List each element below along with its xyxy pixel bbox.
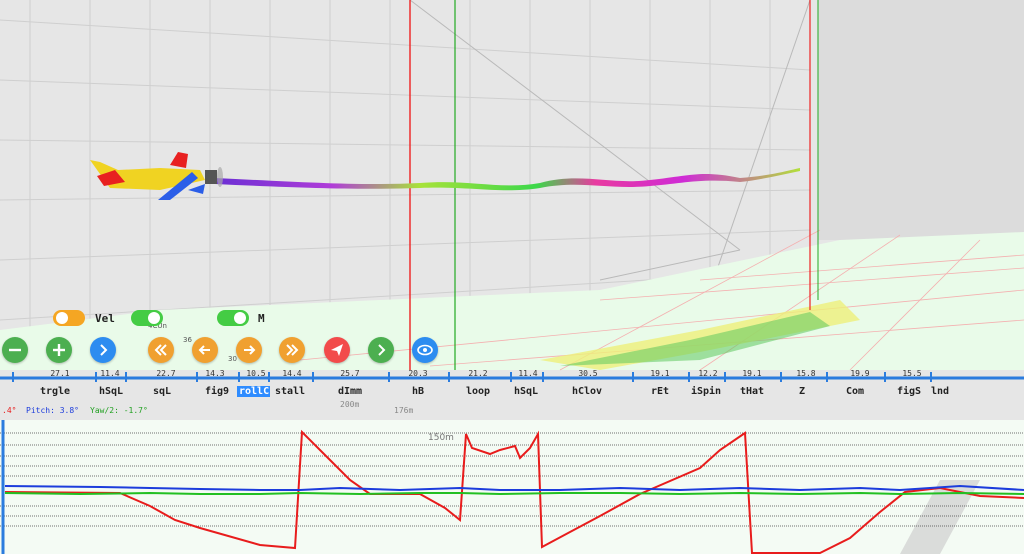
segment-duration: 12.2 (698, 369, 718, 378)
timeline-tick (780, 372, 782, 382)
arrow-right-icon (244, 345, 256, 355)
m-toggle[interactable] (217, 310, 249, 326)
fast-forward-button[interactable] (279, 337, 305, 363)
maneuver-stall[interactable]: stall (270, 386, 310, 397)
velocity-toggle-label: Vel (95, 312, 115, 325)
segment-duration: 10.5 (246, 369, 266, 378)
maneuver-dimm[interactable]: dImm (330, 386, 370, 397)
timeline-tick (12, 372, 14, 382)
timeline-tick (312, 372, 314, 382)
maneuver-lnd[interactable]: lnd (930, 386, 950, 397)
maneuver-figs[interactable]: figS (890, 386, 928, 397)
maneuver-fig9[interactable]: fig9 (198, 386, 236, 397)
next-button[interactable] (90, 337, 116, 363)
play-next-button[interactable] (368, 337, 394, 363)
secondary-toggle[interactable] (131, 310, 163, 326)
zoom-in-button[interactable] (46, 337, 72, 363)
maneuver-hsql-2[interactable]: hSqL (508, 386, 544, 397)
maneuver-hsql[interactable]: hSqL (92, 386, 130, 397)
segment-duration: 19.9 (850, 369, 870, 378)
segment-duration: 11.4 (518, 369, 538, 378)
chevron-right-icon (378, 344, 386, 356)
distance-label: 176m (394, 406, 414, 415)
segment-duration: 11.4 (100, 369, 120, 378)
double-chevron-right-icon (286, 344, 299, 356)
attitude-readout: .4° Pitch: 3.8° Yaw/2: -1.7° 200m 176m (0, 400, 1024, 418)
segment-duration: 14.3 (205, 369, 225, 378)
maneuver-hclov[interactable]: hClov (565, 386, 609, 397)
segment-duration: 20.3 (408, 369, 428, 378)
zoom-out-button[interactable] (2, 337, 28, 363)
maneuver-loop[interactable]: loop (458, 386, 498, 397)
segment-duration: 22.7 (156, 369, 176, 378)
maneuver-ret[interactable]: rEt (640, 386, 680, 397)
timeline-tick (884, 372, 886, 382)
velocity-toggle[interactable] (53, 310, 85, 326)
roll-readout: .4° (2, 406, 17, 415)
yaw-readout: Yaw/2: -1.7° (90, 406, 148, 415)
segment-duration: 15.5 (902, 369, 922, 378)
segment-duration: 14.4 (282, 369, 302, 378)
timeline-tick (388, 372, 390, 382)
arrow-left-icon (198, 345, 210, 355)
step-forward-button[interactable] (236, 337, 262, 363)
timeline-tick (632, 372, 634, 382)
double-chevron-left-icon (154, 344, 167, 356)
segment-duration: 30.5 (578, 369, 598, 378)
maneuver-ispin[interactable]: iSpin (686, 386, 726, 397)
segment-duration: 19.1 (742, 369, 762, 378)
maneuver-sql[interactable]: sqL (142, 386, 182, 397)
timeline-tick (826, 372, 828, 382)
maneuver-z[interactable]: Z (786, 386, 818, 397)
maneuver-hb[interactable]: hB (398, 386, 438, 397)
attitude-plot[interactable]: 150m (0, 420, 1024, 554)
svg-text:36: 36 (183, 336, 192, 344)
maneuver-trgle[interactable]: trgle (30, 386, 80, 397)
eye-icon (417, 344, 433, 356)
step-back-button[interactable] (192, 337, 218, 363)
view-button[interactable] (412, 337, 438, 363)
send-button[interactable] (324, 337, 350, 363)
minus-icon (9, 348, 21, 352)
svg-text:150m: 150m (428, 433, 454, 443)
segment-duration: 21.2 (468, 369, 488, 378)
m-toggle-label: M (258, 312, 265, 325)
pitch-readout: Pitch: 3.8° (26, 406, 79, 415)
chevron-right-icon (100, 344, 108, 356)
fast-back-button[interactable] (148, 337, 174, 363)
segment-duration: 25.7 (340, 369, 360, 378)
segment-duration: 27.1 (50, 369, 70, 378)
plus-icon (53, 344, 65, 356)
distance-label: 200m (340, 400, 360, 409)
maneuver-that[interactable]: tHat (732, 386, 772, 397)
segment-duration: 15.8 (796, 369, 816, 378)
segment-duration: 19.1 (650, 369, 670, 378)
maneuver-com[interactable]: Com (836, 386, 874, 397)
paper-plane-icon (331, 344, 343, 356)
maneuver-rollc[interactable]: rollC (237, 386, 270, 397)
timeline-tick (448, 372, 450, 382)
svg-text:30: 30 (228, 355, 237, 363)
